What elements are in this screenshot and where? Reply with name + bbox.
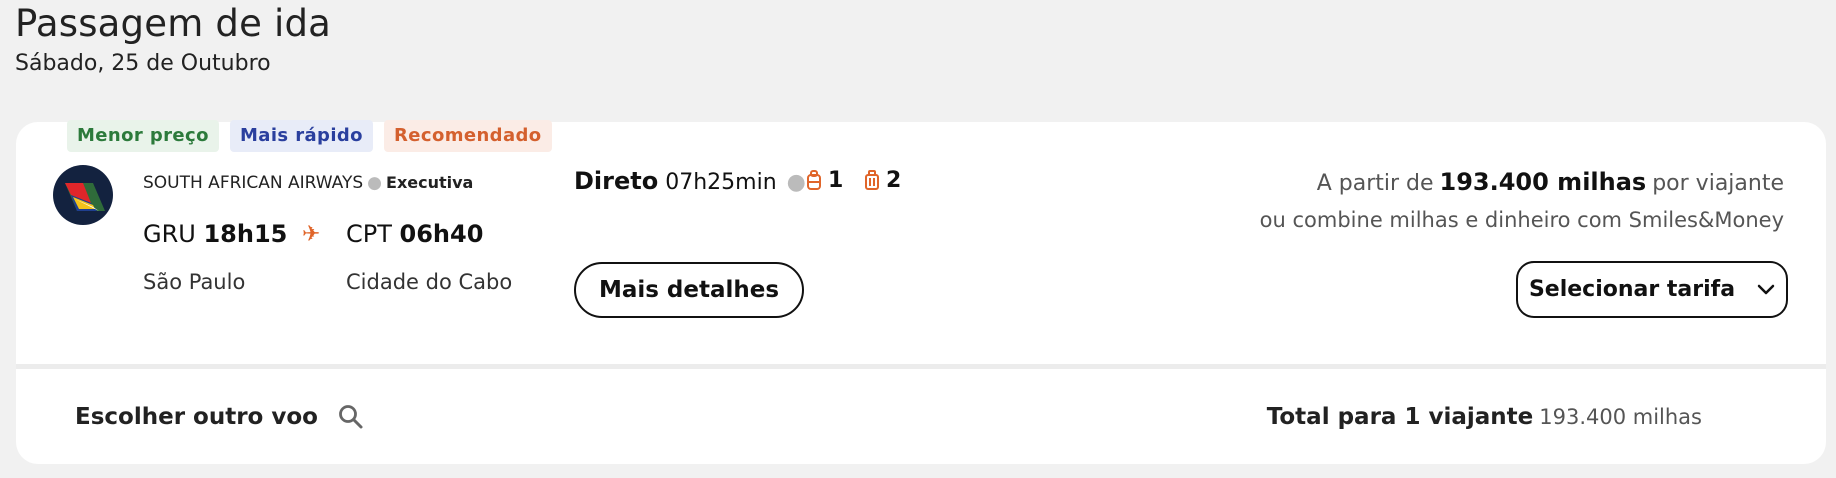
departure-time: 18h15 [203,220,288,248]
carry-on-bag: 1 [806,168,843,193]
suitcase-icon [865,170,879,190]
destination-city: Cidade do Cabo [346,270,513,294]
airline-logo-icon [53,165,113,225]
total-summary: Total para 1 viajante 193.400 milhas [1267,404,1702,430]
destination: CPT 06h40 [346,220,483,248]
smiles-money-text: ou combine milhas e dinheiro com Smiles&… [1259,208,1784,232]
more-details-button[interactable]: Mais detalhes [574,262,804,318]
checked-bag-count: 2 [886,168,902,193]
origin-city: São Paulo [143,270,246,294]
arrival-time: 06h40 [399,220,484,248]
destination-code: CPT [346,220,392,248]
select-fare-label: Selecionar tarifa [1528,277,1736,302]
total-label: Total para 1 viajante [1266,404,1534,430]
price-suffix: por viajante [1652,171,1784,196]
flight-card [16,122,1826,364]
origin: GRU 18h15 [143,220,287,248]
price-line: A partir de 193.400 milhas por viajante [1317,168,1784,196]
stops-label: Direto [574,167,659,195]
price-amount: 193.400 milhas [1439,168,1647,196]
origin-code: GRU [143,220,196,248]
flight-date: Sábado, 25 de Outubro [15,51,271,76]
select-fare-button[interactable]: Selecionar tarifa [1516,261,1788,318]
flight-duration: Direto 07h25min ● [574,167,816,195]
search-icon [339,405,363,429]
carry-on-count: 1 [828,168,844,193]
airplane-icon: ✈ [302,222,321,247]
checked-bag: 2 [864,168,901,193]
badge-fastest: Mais rápido [230,120,373,152]
price-prefix: A partir de [1316,171,1434,196]
badge-recommended: Recomendado [384,120,552,152]
duration-value: 07h25min [665,170,777,195]
page-title: Passagem de ida [15,2,332,45]
separator-dot: ● [786,170,806,195]
airline-name: SOUTH AFRICAN AIRWAYS [143,173,364,193]
chevron-down-icon [1757,284,1775,294]
backpack-icon [807,170,821,190]
choose-other-flight-link[interactable]: Escolher outro voo [75,404,364,430]
airline-info: SOUTH AFRICAN AIRWAYS ● Executiva [143,173,473,193]
total-value: 193.400 milhas [1539,405,1702,429]
separator-dot: ● [367,173,383,193]
choose-other-label: Escolher outro voo [75,404,318,430]
badge-lowest-price: Menor preço [67,120,219,152]
cabin-class: Executiva [386,173,474,192]
